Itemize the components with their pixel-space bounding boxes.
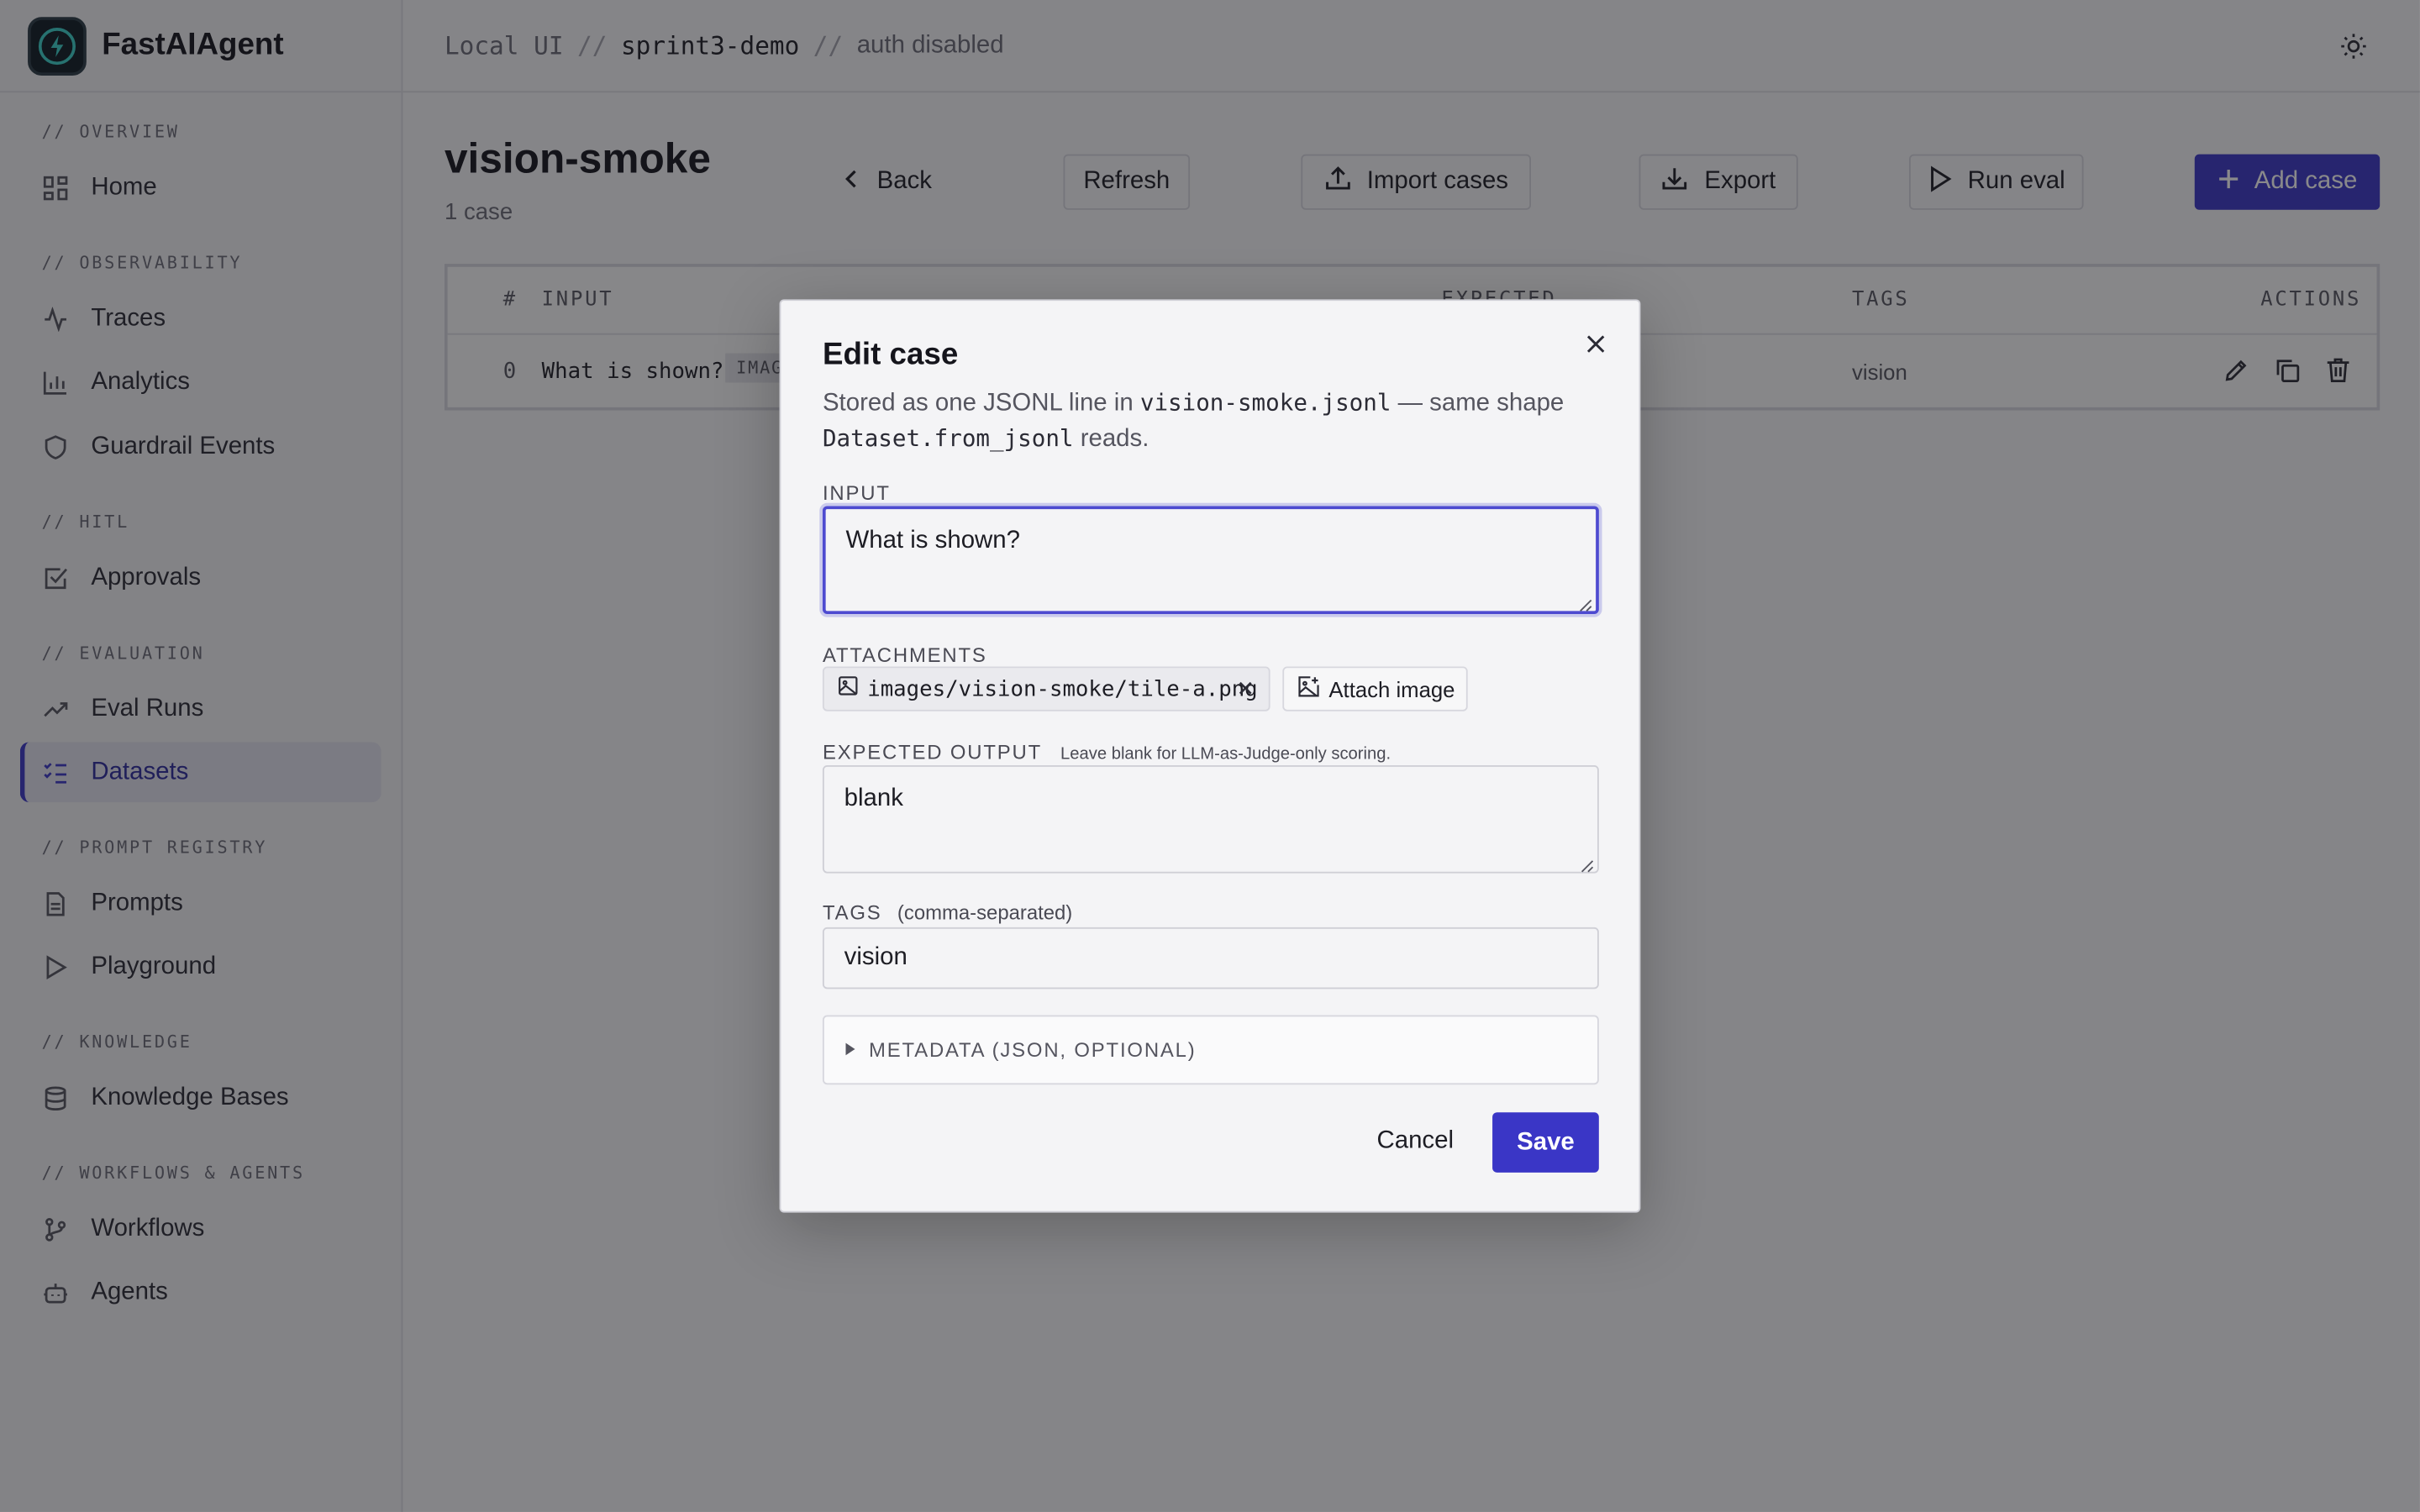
cancel-button[interactable]: Cancel <box>1363 1112 1468 1171</box>
tags-hint: (comma-separated) <box>897 900 1073 925</box>
save-button[interactable]: Save <box>1492 1112 1599 1173</box>
remove-attachment-icon[interactable] <box>1236 679 1255 697</box>
resize-grip-icon[interactable] <box>1577 592 1592 612</box>
desc-text: Stored as one JSONL line in <box>822 390 1140 417</box>
input-label: INPUT <box>822 481 891 505</box>
tags-label: TAGS (comma-separated) <box>823 901 1072 925</box>
dialog-title: Edit case <box>822 338 959 372</box>
attach-image-label: Attach image <box>1328 676 1455 701</box>
tags-label-text: TAGS <box>822 900 882 925</box>
image-plus-icon <box>1298 675 1320 701</box>
triangle-right-icon <box>844 1038 857 1062</box>
close-icon[interactable] <box>1583 332 1607 356</box>
image-icon <box>838 675 858 701</box>
tags-input[interactable]: vision <box>822 927 1599 990</box>
edit-case-dialog: Edit case Stored as one JSONL line in vi… <box>779 299 1641 1213</box>
input-textarea[interactable]: What is shown? <box>822 506 1599 615</box>
app-root: FastAIAgent // OVERVIEW Home // OBSERVAB… <box>0 0 2420 1512</box>
metadata-disclosure[interactable]: METADATA (JSON, OPTIONAL) <box>822 1015 1599 1085</box>
expected-hint: Leave blank for LLM-as-Judge-only scorin… <box>1060 745 1392 764</box>
desc-text: reads. <box>1073 425 1150 453</box>
tags-value: vision <box>844 944 908 971</box>
desc-function: Dataset.from_jsonl <box>822 424 1074 453</box>
desc-filename: vision-smoke.jsonl <box>1139 388 1392 417</box>
expected-output-textarea[interactable]: blank <box>822 765 1599 874</box>
attachment-path: images/vision-smoke/tile-a.png <box>867 676 1258 701</box>
input-value: What is shown? <box>845 528 1020 554</box>
attachments-label: ATTACHMENTS <box>822 643 987 667</box>
expected-output-label: EXPECTED OUTPUT Leave blank for LLM-as-Ju… <box>823 741 1391 764</box>
expected-label-text: EXPECTED OUTPUT <box>822 740 1043 764</box>
metadata-label: METADATA (JSON, OPTIONAL) <box>869 1038 1197 1062</box>
attachment-chip[interactable]: images/vision-smoke/tile-a.png <box>822 666 1270 711</box>
desc-text: — same shape <box>1391 390 1565 417</box>
expected-value: blank <box>844 785 903 812</box>
resize-grip-icon[interactable] <box>1579 853 1594 873</box>
attach-image-button[interactable]: Attach image <box>1282 666 1468 711</box>
dialog-description: Stored as one JSONL line in vision-smoke… <box>823 386 1594 456</box>
